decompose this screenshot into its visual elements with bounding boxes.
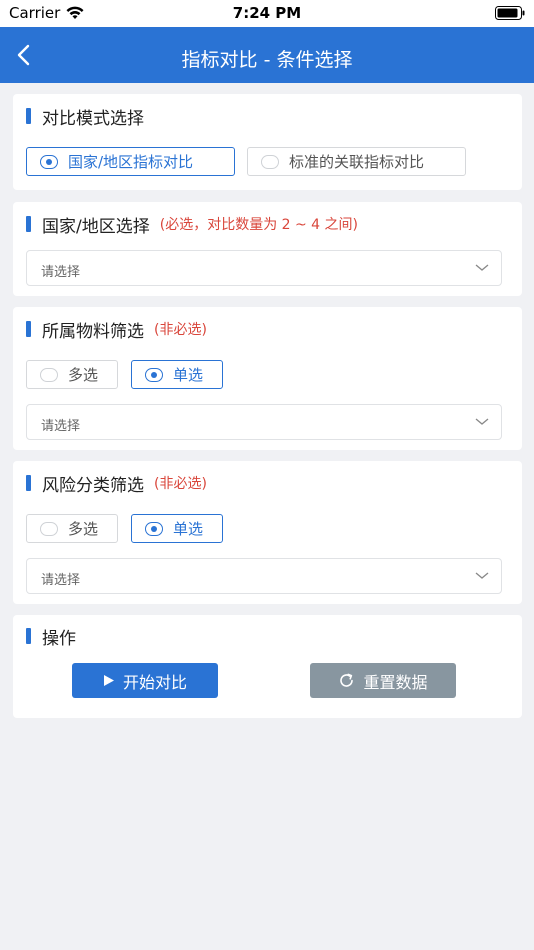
mode-option-standard-label: 标准的关联指标对比 [289,153,425,171]
risk-multi-option[interactable]: 多选 [26,514,118,543]
radio-checked-icon [145,521,163,536]
material-multi-option[interactable]: 多选 [26,360,118,389]
material-select[interactable]: 请选择 [26,404,502,440]
material-title: 所属物料筛选 [42,321,144,342]
risk-multi-label: 多选 [68,520,99,538]
mode-option-region-label: 国家/地区指标对比 [68,153,194,171]
mode-option-standard[interactable]: 标准的关联指标对比 [247,147,466,176]
region-header: 国家/地区选择 (必选，对比数量为 2 ~ 4 之间) [26,213,359,237]
compare-mode-title: 对比模式选择 [42,108,144,129]
region-select-placeholder: 请选择 [41,265,81,280]
section-marker [26,321,31,337]
compare-mode-header: 对比模式选择 [26,105,144,129]
radio-checked-icon [40,154,58,169]
risk-single-option[interactable]: 单选 [131,514,223,543]
actions-title: 操作 [42,628,76,649]
region-title: 国家/地区选择 [42,216,150,237]
section-marker [26,216,31,232]
risk-single-label: 单选 [173,520,204,538]
page-title: 指标对比 - 条件选择 [181,49,353,71]
risk-select-placeholder: 请选择 [41,573,81,588]
clock-label: 7:24 PM [232,4,302,22]
radio-checked-icon [145,367,163,382]
chevron-down-icon [475,418,489,425]
chevron-down-icon [475,264,489,271]
battery-icon [495,6,525,20]
section-marker [26,475,31,491]
section-marker [26,628,31,644]
section-marker [26,108,31,124]
material-multi-label: 多选 [68,366,99,384]
nav-bar: 指标对比 - 条件选择 [0,27,534,83]
refresh-icon [340,673,354,687]
region-card: 国家/地区选择 (必选，对比数量为 2 ~ 4 之间) 请选择 [13,202,522,296]
region-select[interactable]: 请选择 [26,250,502,286]
material-single-label: 单选 [173,366,204,384]
material-note: (非必选) [154,322,207,338]
compare-mode-card: 对比模式选择 国家/地区指标对比 标准的关联指标对比 [13,94,522,190]
material-card: 所属物料筛选 (非必选) 多选 单选 请选择 [13,307,522,450]
risk-note: (非必选) [154,476,207,492]
start-compare-label: 开始对比 [122,672,187,692]
mode-option-region[interactable]: 国家/地区指标对比 [26,147,235,176]
material-single-option[interactable]: 单选 [131,360,223,389]
actions-header: 操作 [26,625,76,649]
region-note: (必选，对比数量为 2 ~ 4 之间) [159,217,359,233]
risk-card: 风险分类筛选 (非必选) 多选 单选 请选择 [13,461,522,604]
status-bar: Carrier 7:24 PM [0,0,534,27]
reset-data-button[interactable]: 重置数据 [310,663,456,698]
chevron-down-icon [475,572,489,579]
risk-header: 风险分类筛选 (非必选) [26,472,207,496]
start-compare-button[interactable]: 开始对比 [72,663,218,698]
material-header: 所属物料筛选 (非必选) [26,318,207,342]
radio-unchecked-icon [261,154,279,169]
play-icon [103,675,114,686]
risk-title: 风险分类筛选 [42,475,144,496]
radio-unchecked-icon [40,521,58,536]
reset-data-label: 重置数据 [363,672,428,692]
material-select-placeholder: 请选择 [41,419,81,434]
radio-unchecked-icon [40,367,58,382]
risk-select[interactable]: 请选择 [26,558,502,594]
